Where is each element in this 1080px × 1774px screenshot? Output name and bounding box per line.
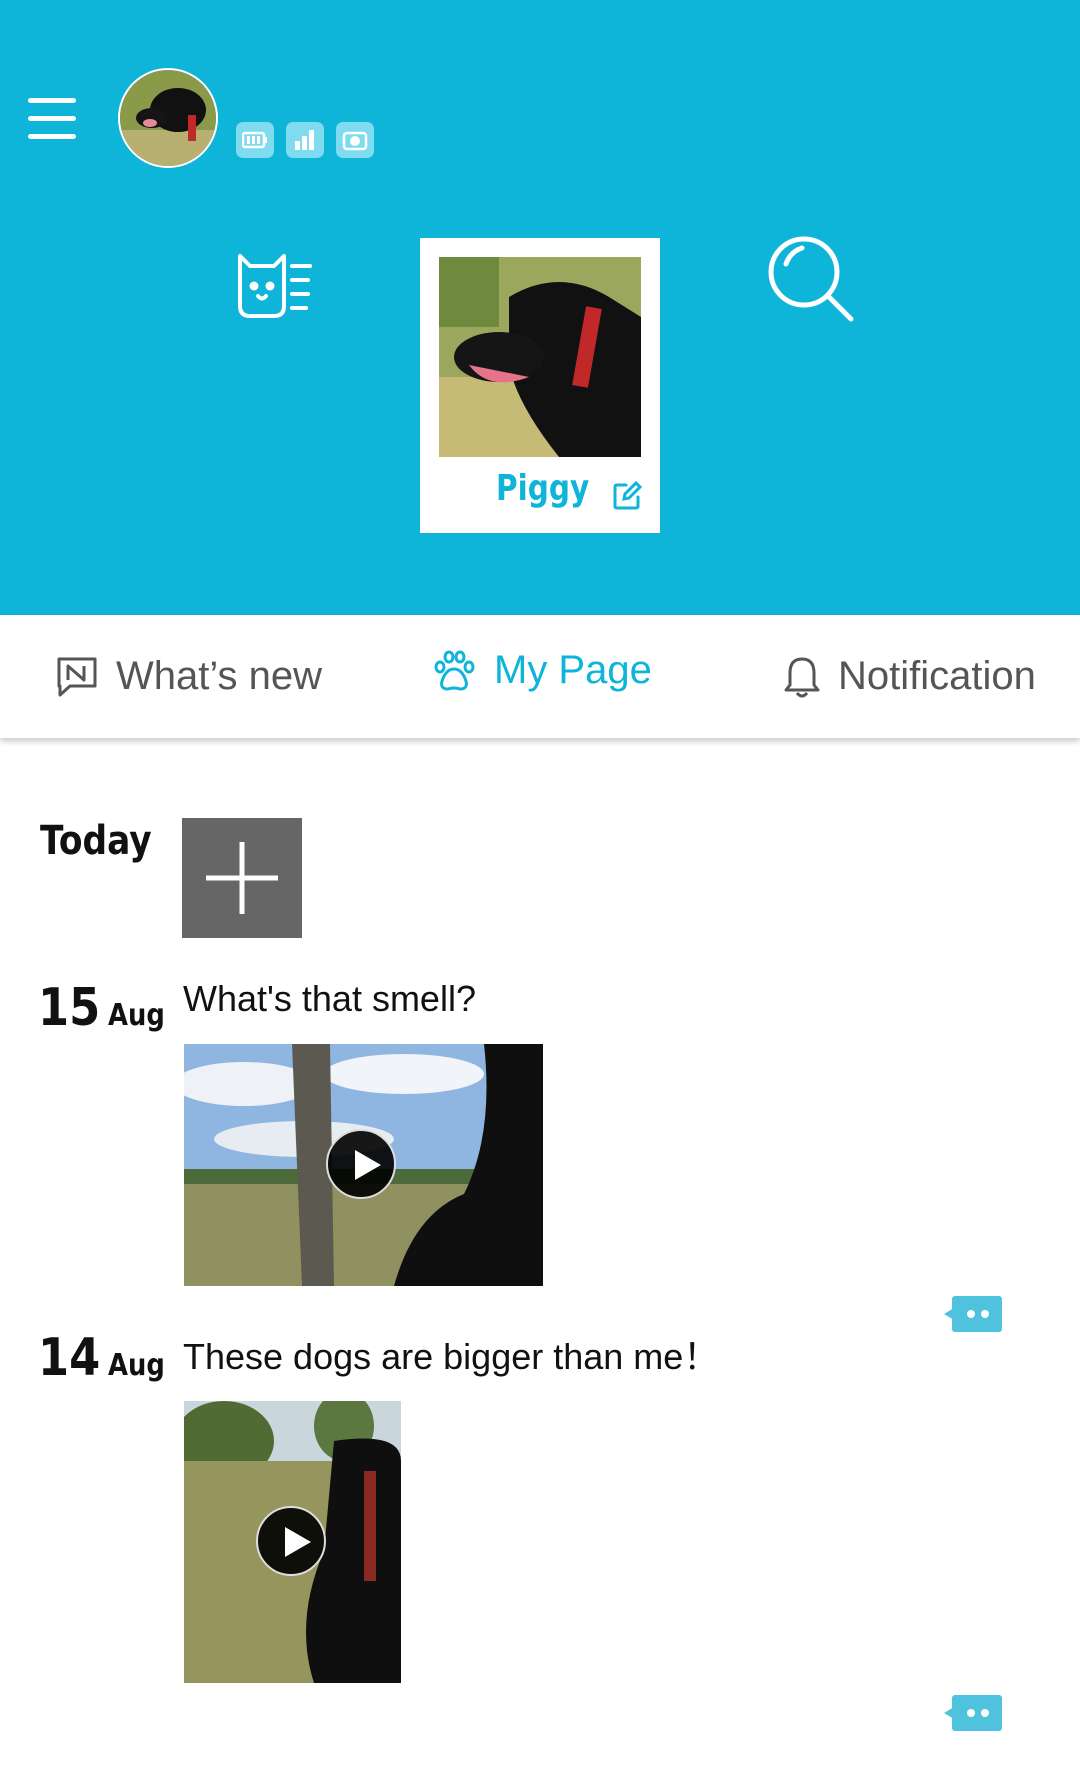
- comment-button[interactable]: [944, 1294, 1004, 1334]
- battery-icon: [236, 122, 274, 158]
- pet-name: Piggy: [496, 468, 590, 509]
- pet-profile-photo: [439, 257, 641, 457]
- play-button[interactable]: [256, 1506, 326, 1576]
- pet-list-icon[interactable]: [232, 236, 317, 321]
- paw-icon: [434, 650, 475, 691]
- post-title: What's that smell?: [183, 978, 476, 1019]
- app-header: Piggy: [0, 0, 1080, 615]
- post-day: 15: [38, 978, 101, 1038]
- camera-icon: [336, 122, 374, 158]
- tab-my-page-label: My Page: [494, 648, 652, 692]
- tab-notification-label: Notification: [838, 654, 1036, 698]
- tab-whats-new-label: What’s new: [116, 654, 323, 698]
- news-icon: [57, 657, 97, 696]
- post-date: 15 Aug: [38, 978, 174, 1038]
- add-post-button[interactable]: [182, 818, 302, 938]
- tab-my-page[interactable]: My Page: [432, 609, 652, 732]
- comment-icon: [944, 1695, 1002, 1731]
- post-day: 14: [38, 1328, 101, 1388]
- search-icon[interactable]: [766, 234, 856, 324]
- post-month: Aug: [108, 998, 166, 1033]
- today-label: Today: [40, 818, 152, 864]
- tab-notification[interactable]: Notification: [784, 615, 1036, 738]
- signal-icon: [286, 122, 324, 158]
- bell-icon: [784, 657, 820, 697]
- plus-icon: [206, 842, 278, 914]
- tab-whats-new[interactable]: What’s new: [56, 615, 322, 738]
- post-title: These dogs are bigger than me！: [183, 1336, 720, 1377]
- video-thumbnail[interactable]: [184, 1401, 401, 1683]
- post-month: Aug: [108, 1348, 166, 1383]
- avatar[interactable]: [118, 68, 218, 168]
- video-thumbnail[interactable]: [184, 1044, 543, 1286]
- menu-icon[interactable]: [28, 98, 80, 142]
- pet-profile-card[interactable]: Piggy: [420, 238, 660, 533]
- comment-icon: [944, 1296, 1002, 1332]
- comment-button[interactable]: [944, 1693, 1004, 1733]
- tab-bar: What’s new My Page Notification: [0, 615, 1080, 738]
- status-icons: [236, 122, 374, 158]
- edit-icon[interactable]: [612, 480, 643, 511]
- play-button[interactable]: [326, 1129, 396, 1199]
- post-date: 14 Aug: [38, 1328, 174, 1388]
